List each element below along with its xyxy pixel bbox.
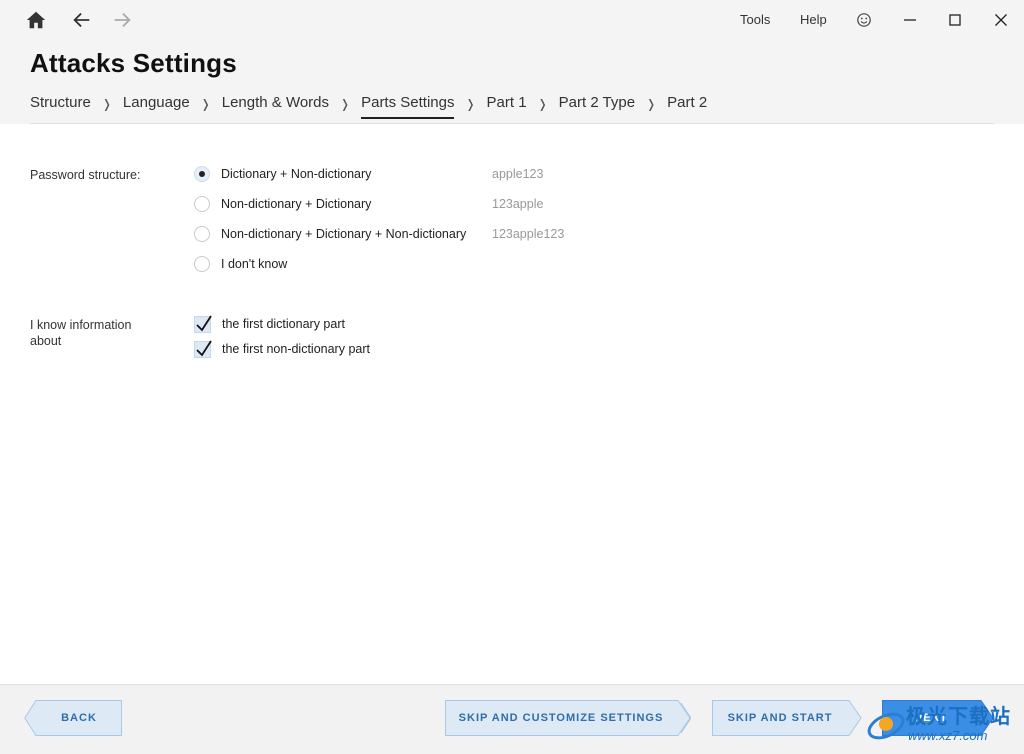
watermark-text: 极光下载站: [906, 706, 1011, 728]
breadcrumb-item[interactable]: Length & Words: [222, 94, 329, 117]
radio-button[interactable]: [194, 196, 210, 212]
smiley-icon: [857, 13, 871, 27]
header: Tools Help Attacks Settings Structure ❭ La…: [0, 0, 1024, 124]
checkbox-first-nondictionary-part[interactable]: the first non-dictionary part: [194, 339, 370, 359]
radio-option-nondict-dict-nondict[interactable]: Non-dictionary + Dictionary + Non-dictio…: [194, 224, 466, 244]
checkbox-label: the first non-dictionary part: [222, 342, 370, 356]
breadcrumb-item[interactable]: Structure: [30, 94, 91, 117]
topbar: Tools Help: [0, 0, 1024, 40]
radio-option-dont-know[interactable]: I don't know: [194, 254, 287, 274]
radio-option-dict-nondict[interactable]: Dictionary + Non-dictionary: [194, 164, 371, 184]
page-title: Attacks Settings: [30, 48, 237, 78]
radio-option-nondict-dict[interactable]: Non-dictionary + Dictionary: [194, 194, 371, 214]
example-text: apple123: [492, 167, 544, 181]
back-button-label: BACK: [61, 712, 97, 724]
checkmark-icon: [196, 315, 212, 331]
radio-button[interactable]: [194, 256, 210, 272]
menu-help[interactable]: Help: [800, 12, 827, 27]
watermark-logo-icon: [867, 712, 905, 740]
radio-option-label: Non-dictionary + Dictionary + Non-dictio…: [221, 227, 467, 241]
example-text: 123apple123: [492, 227, 565, 241]
breadcrumb-separator-icon: ❭: [101, 97, 112, 111]
radio-option-label: I don't know: [221, 257, 288, 271]
close-icon: [995, 14, 1007, 26]
minimize-icon: [904, 19, 916, 21]
maximize-button[interactable]: [943, 8, 967, 32]
breadcrumb-item[interactable]: Part 2: [667, 94, 707, 117]
minimize-button[interactable]: [898, 8, 922, 32]
password-structure-label: Password structure:: [30, 168, 141, 182]
breadcrumb-item[interactable]: Parts Settings: [361, 94, 455, 119]
watermark-url: www.xz7.com: [908, 728, 988, 743]
checkbox-label: the first dictionary part: [222, 317, 345, 331]
radio-option-label: Non-dictionary + Dictionary: [221, 197, 372, 211]
breadcrumb-separator-icon: ❭: [646, 97, 657, 111]
home-button[interactable]: [24, 8, 48, 32]
app-window: Tools Help Attacks Settings Structure ❭ La…: [0, 0, 1024, 754]
breadcrumb-item[interactable]: Part 1: [487, 94, 527, 117]
known-info-label: I know information about: [30, 318, 132, 348]
forward-nav-button[interactable]: [110, 8, 134, 32]
radio-button[interactable]: [194, 226, 210, 242]
maximize-icon: [949, 14, 961, 26]
example-text: 123apple: [492, 197, 544, 211]
checkbox-first-dictionary-part[interactable]: the first dictionary part: [194, 314, 345, 334]
breadcrumb-item[interactable]: Language: [123, 94, 190, 117]
breadcrumb-separator-icon: ❭: [340, 97, 351, 111]
checkbox[interactable]: [194, 315, 212, 333]
breadcrumb-separator-icon: ❭: [465, 97, 476, 111]
breadcrumb-separator-icon: ❭: [200, 97, 211, 111]
skip-customize-button[interactable]: SKIP AND CUSTOMIZE SETTINGS: [445, 700, 691, 736]
skip-start-label: SKIP AND START: [727, 712, 833, 724]
breadcrumb: Structure ❭ Language ❭ Length & Words ❭ Parts …: [30, 94, 707, 124]
feedback-button[interactable]: [852, 8, 876, 32]
back-button[interactable]: BACK: [24, 700, 122, 736]
breadcrumb-item[interactable]: Part 2 Type: [559, 94, 635, 117]
home-icon: [26, 11, 46, 29]
radio-option-label: Dictionary + Non-dictionary: [221, 167, 372, 181]
checkbox[interactable]: [194, 340, 212, 358]
back-nav-button[interactable]: [70, 8, 94, 32]
skip-customize-label: SKIP AND CUSTOMIZE SETTINGS: [458, 712, 664, 724]
watermark: 极光下载站 www.xz7.com: [862, 694, 1022, 750]
menu-tools[interactable]: Tools: [740, 12, 770, 27]
close-button[interactable]: [989, 8, 1013, 32]
arrow-right-icon: [114, 12, 131, 28]
checkmark-icon: [196, 340, 212, 356]
skip-start-button[interactable]: SKIP AND START: [712, 700, 862, 736]
breadcrumb-separator-icon: ❭: [537, 97, 548, 111]
radio-button[interactable]: [194, 166, 210, 182]
breadcrumb-divider: [30, 123, 994, 124]
arrow-left-icon: [73, 12, 90, 28]
